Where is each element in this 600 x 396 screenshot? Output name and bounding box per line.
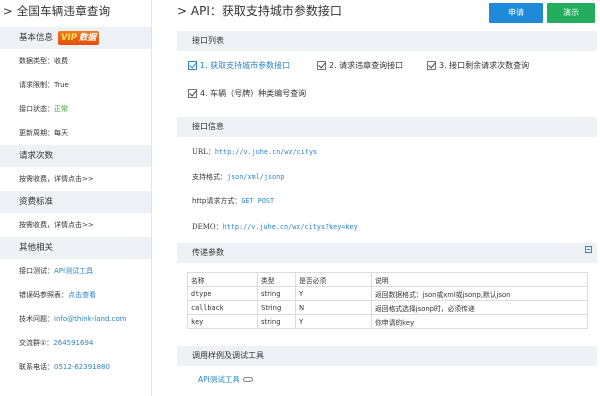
table-row: callback String N 返回格式选择jsonp时，必须传递 bbox=[187, 300, 588, 315]
tools-heading: 调用样例及调试工具 bbox=[177, 346, 597, 366]
support-email-link[interactable]: info@think-land.com bbox=[54, 315, 127, 323]
link-icon bbox=[242, 377, 253, 382]
data-type-row: 数据类型：收费 bbox=[19, 57, 68, 65]
demo-row: DEMO：http://v.juhe.cn/wz/citys?key=key bbox=[192, 223, 358, 231]
vip-badge: VIP 数据 bbox=[58, 31, 100, 45]
api-info-heading: 接口信息 bbox=[177, 117, 597, 137]
section-heading: 基本信息 bbox=[19, 33, 54, 43]
group-number[interactable]: 264591694 bbox=[53, 339, 93, 347]
table-row: key string Y 你申请的key bbox=[187, 314, 588, 329]
api-test-row: 接口测试：API测试工具 bbox=[19, 267, 94, 275]
params-heading: 传递参数 bbox=[177, 243, 597, 263]
demo-url[interactable]: http://v.juhe.cn/wz/citys?key=key bbox=[223, 223, 358, 231]
demo-button[interactable]: 演示 bbox=[547, 3, 595, 23]
section-other: 其他相关 bbox=[0, 237, 151, 259]
apply-button[interactable]: 申请 bbox=[489, 3, 543, 23]
api-status-row: 接口状态：正常 bbox=[19, 105, 68, 113]
error-code-link[interactable]: 点击查看 bbox=[68, 291, 96, 299]
collapse-icon[interactable] bbox=[585, 246, 592, 253]
table-header-row: 名称 类型 是否必须 说明 bbox=[187, 272, 588, 287]
api-item-violation-query[interactable]: 2. 请求违章查询接口 bbox=[317, 60, 403, 71]
checkbox-icon bbox=[317, 61, 326, 70]
request-count-link[interactable]: 按需收费，详情点击>> bbox=[0, 167, 151, 191]
tech-support-row: 技术问题：info@think-land.com bbox=[19, 315, 127, 323]
checkbox-icon bbox=[188, 89, 197, 98]
params-table: 名称 类型 是否必须 说明 dtype string Y 返回数据格式：json… bbox=[187, 272, 588, 329]
format-row: 支持格式：json/xml/jsonp bbox=[192, 173, 285, 181]
pricing-link[interactable]: 按需收费，详情点击>> bbox=[0, 213, 151, 237]
api-test-link[interactable]: API测试工具 bbox=[54, 267, 93, 275]
error-code-row: 错误码参照表：点击查看 bbox=[19, 291, 96, 299]
request-limit-row: 请求限制：True bbox=[19, 81, 69, 89]
status-badge: 正常 bbox=[54, 105, 68, 113]
section-request-count: 请求次数 bbox=[0, 145, 151, 167]
method-row: http请求方式：GET POST bbox=[192, 197, 275, 205]
section-basic-info: 基本信息 VIP 数据 bbox=[0, 27, 151, 49]
update-cycle-row: 更新周期：每天 bbox=[19, 129, 68, 137]
phone-number[interactable]: 0512-62391880 bbox=[54, 363, 110, 371]
group-row: 交流群①：264591694 bbox=[19, 339, 94, 347]
section-pricing: 资费标准 bbox=[0, 191, 151, 213]
url-row: URL：http://v.juhe.cn/wz/citys bbox=[192, 148, 318, 156]
api-test-tool-link[interactable]: API测试工具 bbox=[198, 374, 253, 385]
vip-label: VIP bbox=[61, 33, 77, 43]
checkbox-icon bbox=[427, 61, 436, 70]
phone-row: 联系电话：0512-62391880 bbox=[19, 363, 110, 371]
api-item-remaining-count[interactable]: 3. 接口剩余请求次数查询 bbox=[427, 60, 529, 71]
url-value[interactable]: http://v.juhe.cn/wz/citys bbox=[215, 148, 317, 156]
api-item-city-params[interactable]: 1. 获取支持城市参数接口 bbox=[188, 60, 290, 71]
table-row: dtype string Y 返回数据格式：json或xml或jsonp,默认j… bbox=[187, 286, 588, 301]
api-list-heading: 接口列表 bbox=[177, 31, 597, 51]
api-item-plate-type[interactable]: 4. 车辆（号牌）种类编号查询 bbox=[188, 88, 306, 99]
sidebar-title: > 全国车辆违章查询 bbox=[3, 4, 111, 18]
checkbox-icon bbox=[188, 61, 197, 70]
sidebar: > 全国车辆违章查询 基本信息 VIP 数据 数据类型：收费 请求限制：True … bbox=[0, 0, 152, 396]
page-title: > API：获取支持城市参数接口 bbox=[177, 4, 342, 18]
